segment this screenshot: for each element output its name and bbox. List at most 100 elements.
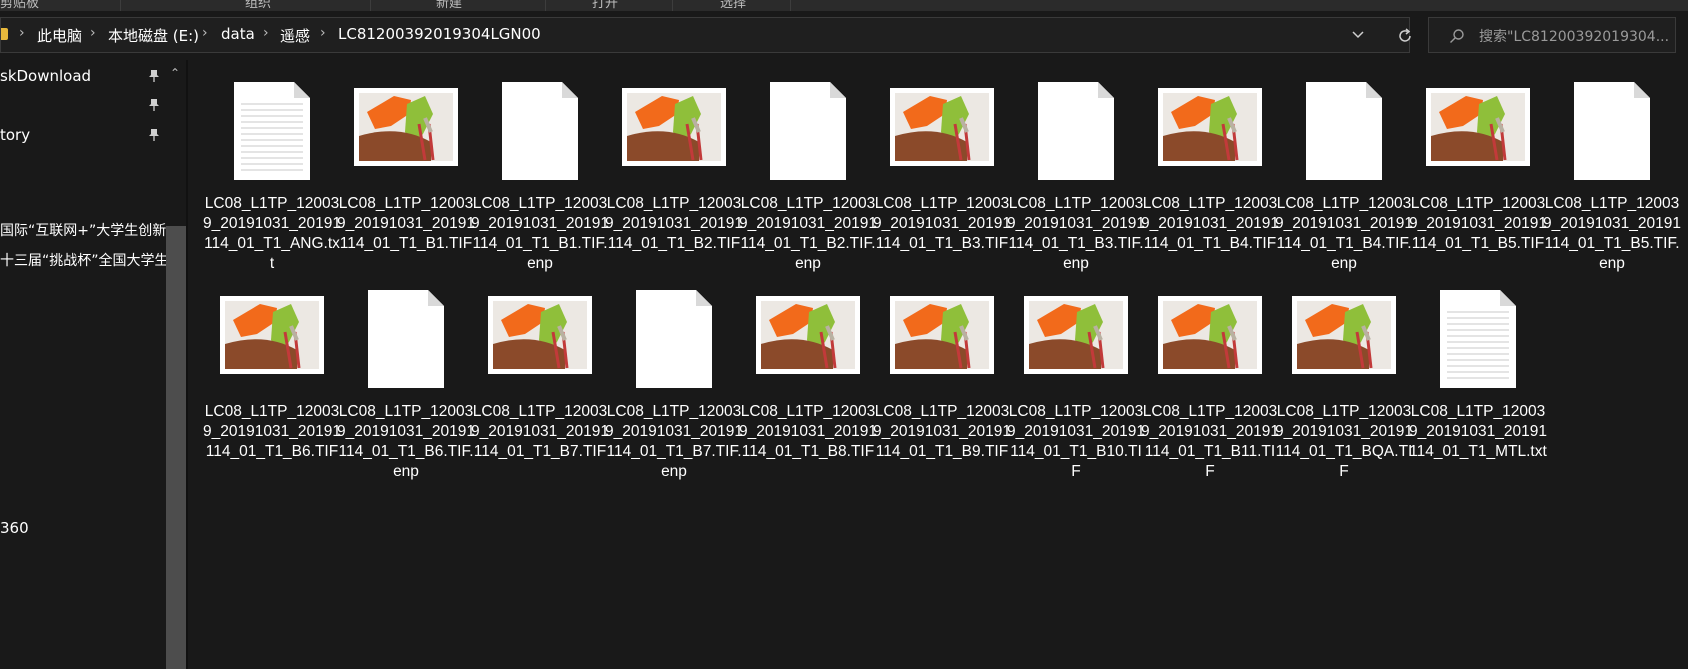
file-name: LC08_L1TP_120039_20191031_20191114_01_T1… [471, 403, 609, 460]
image-icon [220, 296, 324, 374]
chevron-right-icon: › [90, 25, 96, 41]
image-icon [1426, 88, 1530, 166]
sidebar-item-taskdownload[interactable]: skDownload [0, 67, 91, 85]
ribbon-group-open: 打开 [592, 0, 619, 11]
file-name: LC08_L1TP_120039_20191031_20191114_01_T1… [1543, 195, 1681, 272]
file-item[interactable]: LC08_L1TP_120039_20191031_20191114_01_T1… [873, 282, 1011, 482]
chevron-right-icon: › [202, 25, 208, 41]
image-icon [488, 296, 592, 374]
ribbon-divider [672, 0, 673, 11]
blank-doc-icon [1574, 82, 1650, 180]
search-placeholder: 搜索"LC81200392019304... [1479, 29, 1670, 45]
breadcrumb-local-disk[interactable]: 本地磁盘 (E:) [108, 25, 199, 46]
image-icon [1024, 296, 1128, 374]
navigation-pane: skDownload tory 国际“互联网+”大学生创新 十三届“挑战杯”全国… [0, 60, 186, 669]
file-name: LC08_L1TP_120039_20191031_20191114_01_T1… [471, 195, 609, 272]
ribbon-groups: 剪贴板 组织 新建 打开 选择 [0, 0, 1688, 11]
file-item[interactable]: LC08_L1TP_120039_20191031_20191114_01_T1… [873, 74, 1011, 274]
file-item[interactable]: LC08_L1TP_120039_20191031_20191114_01_T1… [1543, 74, 1681, 274]
sidebar-item-internet-plus[interactable]: 国际“互联网+”大学生创新 [0, 220, 166, 240]
folder-icon [1, 28, 8, 40]
file-item[interactable]: LC08_L1TP_120039_20191031_20191114_01_T1… [739, 282, 877, 482]
breadcrumb-current-folder[interactable]: LC81200392019304LGN00 [338, 25, 541, 43]
text-doc-icon [1440, 290, 1516, 388]
ribbon-divider [790, 0, 791, 11]
chevron-down-icon[interactable] [1350, 27, 1366, 43]
file-item[interactable]: LC08_L1TP_120039_20191031_20191114_01_T1… [1141, 74, 1279, 274]
file-item[interactable]: LC08_L1TP_120039_20191031_20191114_01_T1… [605, 74, 743, 274]
file-name: LC08_L1TP_120039_20191031_20191114_01_T1… [739, 195, 877, 272]
file-name: LC08_L1TP_120039_20191031_20191114_01_T1… [1275, 195, 1413, 272]
pane-divider[interactable] [186, 60, 188, 669]
file-item[interactable]: LC08_L1TP_120039_20191031_20191114_01_T1… [1007, 282, 1145, 482]
sidebar-item-360[interactable]: 360 [0, 519, 29, 537]
refresh-button[interactable] [1386, 17, 1426, 53]
file-name: LC08_L1TP_120039_20191031_20191114_01_T1… [1409, 403, 1547, 460]
blank-doc-icon [1306, 82, 1382, 180]
refresh-icon [1399, 28, 1411, 42]
text-doc-icon [234, 82, 310, 180]
file-name: LC08_L1TP_120039_20191031_20191114_01_T1… [1275, 403, 1413, 480]
file-item[interactable]: LC08_L1TP_120039_20191031_20191114_01_T1… [1409, 282, 1547, 482]
file-item[interactable]: LC08_L1TP_120039_20191031_20191114_01_T1… [203, 282, 341, 482]
sidebar-item-challenge-cup[interactable]: 十三届“挑战杯”全国大学生 [0, 250, 166, 270]
file-item[interactable]: LC08_L1TP_120039_20191031_20191114_01_T1… [203, 74, 341, 274]
chevron-right-icon: › [320, 25, 326, 41]
blank-doc-icon [636, 290, 712, 388]
pin-icon[interactable] [148, 69, 160, 83]
ribbon-group-organize: 组织 [245, 0, 272, 11]
image-icon [1158, 296, 1262, 374]
blank-doc-icon [368, 290, 444, 388]
address-bar[interactable]: › 此电脑 › 本地磁盘 (E:) › data › 遥感 › LC812003… [0, 17, 1410, 53]
pin-icon[interactable] [148, 128, 160, 142]
ribbon-divider [370, 0, 371, 11]
blank-doc-icon [770, 82, 846, 180]
file-name: LC08_L1TP_120039_20191031_20191114_01_T1… [337, 403, 475, 480]
file-name: LC08_L1TP_120039_20191031_20191114_01_T1… [605, 403, 743, 480]
file-item[interactable]: LC08_L1TP_120039_20191031_20191114_01_T1… [1141, 282, 1279, 482]
file-item[interactable]: LC08_L1TP_120039_20191031_20191114_01_T1… [739, 74, 877, 274]
file-name: LC08_L1TP_120039_20191031_20191114_01_T1… [605, 195, 743, 252]
breadcrumb-data[interactable]: data [221, 25, 255, 43]
sidebar-scrollbar[interactable] [166, 226, 186, 669]
file-item[interactable]: LC08_L1TP_120039_20191031_20191114_01_T1… [1007, 74, 1145, 274]
ribbon-divider [120, 0, 121, 11]
file-item[interactable]: LC08_L1TP_120039_20191031_20191114_01_T1… [471, 74, 609, 274]
file-item[interactable]: LC08_L1TP_120039_20191031_20191114_01_T1… [1409, 74, 1547, 274]
file-name: LC08_L1TP_120039_20191031_20191114_01_T1… [1141, 403, 1279, 480]
chevron-right-icon: › [19, 25, 25, 41]
image-icon [354, 88, 458, 166]
ribbon-group-new: 新建 [436, 0, 463, 11]
blank-doc-icon [1038, 82, 1114, 180]
scroll-up-arrow-icon[interactable]: ⌃ [170, 66, 180, 80]
image-icon [1292, 296, 1396, 374]
file-item[interactable]: LC08_L1TP_120039_20191031_20191114_01_T1… [471, 282, 609, 482]
file-item[interactable]: LC08_L1TP_120039_20191031_20191114_01_T1… [1275, 74, 1413, 274]
file-name: LC08_L1TP_120039_20191031_20191114_01_T1… [1409, 195, 1547, 252]
image-icon [890, 296, 994, 374]
file-item[interactable]: LC08_L1TP_120039_20191031_20191114_01_T1… [337, 282, 475, 482]
blank-doc-icon [502, 82, 578, 180]
ribbon-group-select: 选择 [720, 0, 747, 11]
image-icon [622, 88, 726, 166]
sidebar-item-history[interactable]: tory [0, 126, 30, 144]
file-name: LC08_L1TP_120039_20191031_20191114_01_T1… [337, 195, 475, 252]
file-item[interactable]: LC08_L1TP_120039_20191031_20191114_01_T1… [1275, 282, 1413, 482]
breadcrumb-remote-sensing[interactable]: 遥感 [280, 25, 310, 46]
file-name: LC08_L1TP_120039_20191031_20191114_01_T1… [1141, 195, 1279, 252]
image-icon [756, 296, 860, 374]
pin-icon[interactable] [148, 98, 160, 112]
file-name: LC08_L1TP_120039_20191031_20191114_01_T1… [203, 403, 341, 460]
ribbon-divider [545, 0, 546, 11]
breadcrumb-this-pc[interactable]: 此电脑 [37, 25, 82, 46]
chevron-right-icon: › [263, 25, 269, 41]
file-name: LC08_L1TP_120039_20191031_20191114_01_T1… [1007, 195, 1145, 272]
file-name: LC08_L1TP_120039_20191031_20191114_01_T1… [873, 195, 1011, 252]
search-box[interactable]: 搜索"LC81200392019304... [1428, 17, 1676, 53]
file-item[interactable]: LC08_L1TP_120039_20191031_20191114_01_T1… [337, 74, 475, 274]
file-name: LC08_L1TP_120039_20191031_20191114_01_T1… [873, 403, 1011, 460]
file-name: LC08_L1TP_120039_20191031_20191114_01_T1… [739, 403, 877, 460]
file-name: LC08_L1TP_120039_20191031_20191114_01_T1… [1007, 403, 1145, 480]
file-name: LC08_L1TP_120039_20191031_20191114_01_T1… [203, 195, 341, 272]
file-item[interactable]: LC08_L1TP_120039_20191031_20191114_01_T1… [605, 282, 743, 482]
